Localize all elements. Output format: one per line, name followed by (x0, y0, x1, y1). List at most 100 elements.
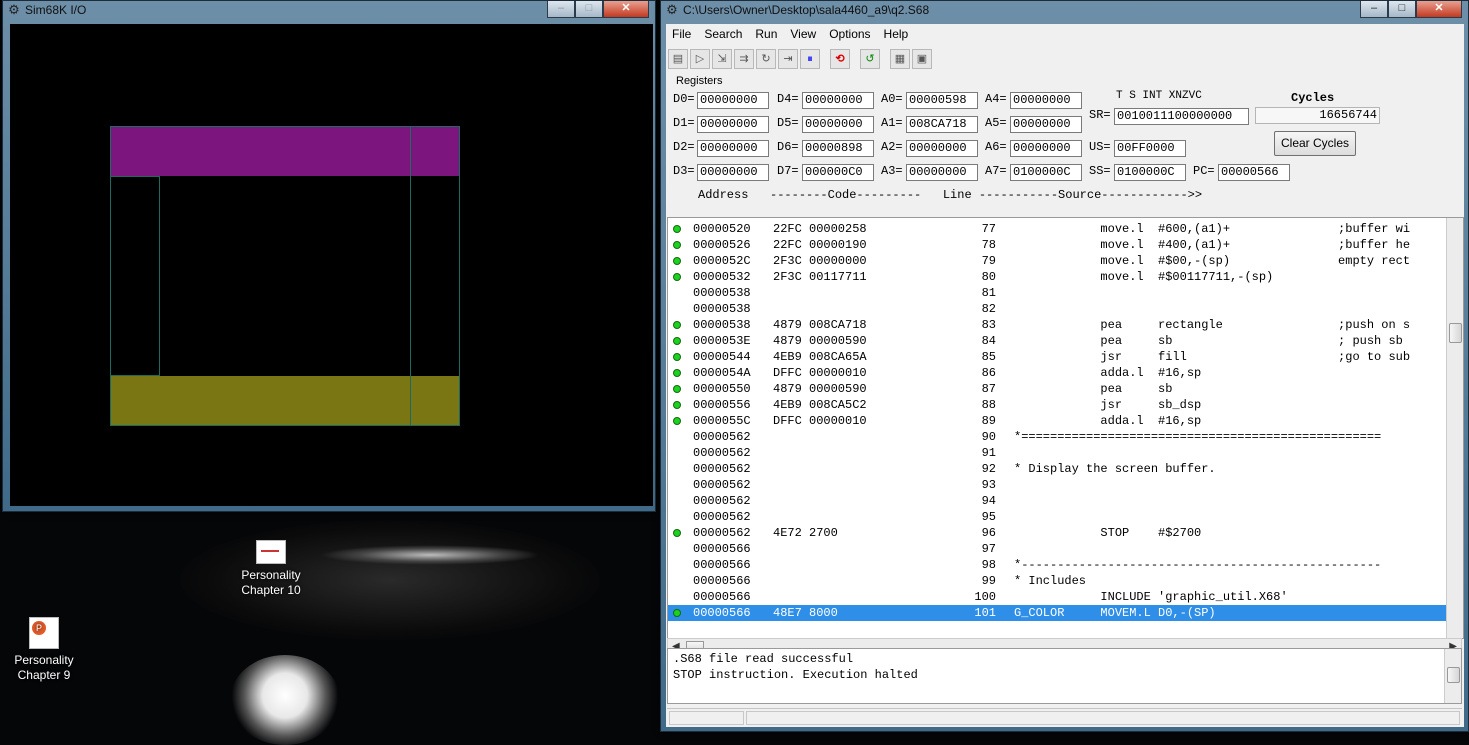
clear-cycles-button[interactable]: Clear Cycles (1274, 131, 1356, 156)
listing-row[interactable]: 00000566 48E7 8000 101 G_COLOR MOVEM.L D0,-… (668, 605, 1446, 621)
listing-row[interactable]: 00000544 4EB9 008CA65A 85 jsr fill ;go to … (668, 349, 1446, 365)
listing-row[interactable]: 0000054A DFFC 00000010 86 adda.l #16,sp (668, 365, 1446, 381)
register-d4-field[interactable]: 00000000 (802, 92, 874, 109)
listing-row[interactable]: 00000562 94 (668, 493, 1446, 509)
reload-icon[interactable]: ↺ (860, 49, 880, 69)
breakpoint-dot-icon[interactable] (673, 353, 681, 361)
breakpoint-dot-icon[interactable] (673, 529, 681, 537)
register-a7-field[interactable]: 0100000C (1010, 164, 1082, 181)
titlebar[interactable]: ⚙ Sim68K I/O – □ ✕ (3, 1, 655, 21)
open-icon[interactable]: ▤ (668, 49, 688, 69)
register-label: A1= (881, 116, 903, 130)
listing-vertical-scrollbar[interactable] (1446, 218, 1463, 638)
breakpoint-dot-icon[interactable] (673, 369, 681, 377)
breakpoint-dot-icon[interactable] (673, 385, 681, 393)
listing-row[interactable]: 00000538 81 (668, 285, 1446, 301)
listing-row[interactable]: 00000562 90 *=============================… (668, 429, 1446, 445)
register-us-field[interactable]: 00FF0000 (1114, 140, 1186, 157)
listing-address: 0000052C (693, 254, 751, 268)
message-vertical-scrollbar[interactable] (1444, 649, 1461, 703)
titlebar[interactable]: ⚙ C:\Users\Owner\Desktop\sala4460_a9\q2.… (661, 1, 1468, 21)
memory-icon[interactable]: ▣ (912, 49, 932, 69)
log-icon[interactable]: ▦ (890, 49, 910, 69)
listing-row[interactable]: 00000562 92 * Display the screen buffer. (668, 461, 1446, 477)
listing-row[interactable]: 00000556 4EB9 008CA5C2 88 jsr sb_dsp (668, 397, 1446, 413)
breakpoint-dot-icon[interactable] (673, 401, 681, 409)
register-d0-field[interactable]: 00000000 (697, 92, 769, 109)
desktop-icon-personality-chapter-10[interactable]: Personality Chapter 10 (231, 540, 311, 598)
breakpoint-dot-icon[interactable] (673, 417, 681, 425)
scrollbar-thumb[interactable] (1449, 323, 1462, 343)
desktop-icon-personality-chapter-9[interactable]: P Personality Chapter 9 (4, 617, 84, 683)
close-button[interactable]: ✕ (1416, 1, 1462, 18)
message-line: STOP instruction. Execution halted (673, 668, 918, 682)
menu-view[interactable]: View (784, 24, 823, 46)
register-d2-field[interactable]: 00000000 (697, 140, 769, 157)
register-a5-field[interactable]: 00000000 (1010, 116, 1082, 133)
listing-row[interactable]: 00000526 22FC 00000190 78 move.l #400,(a1)… (668, 237, 1446, 253)
listing-row[interactable]: 00000566 97 (668, 541, 1446, 557)
register-a0-field[interactable]: 00000598 (906, 92, 978, 109)
scrollbar-thumb[interactable] (1447, 667, 1460, 683)
breakpoint-dot-icon[interactable] (673, 241, 681, 249)
menu-run[interactable]: Run (749, 24, 784, 46)
listing-row[interactable]: 00000550 4879 00000590 87 pea sb (668, 381, 1446, 397)
register-a6-field[interactable]: 00000000 (1010, 140, 1082, 157)
trace-icon[interactable]: ↻ (756, 49, 776, 69)
listing-row[interactable]: 00000562 4E72 2700 96 STOP #$2700 (668, 525, 1446, 541)
register-d1-field[interactable]: 00000000 (697, 116, 769, 133)
breakpoint-dot-icon[interactable] (673, 609, 681, 617)
listing-row[interactable]: 0000055C DFFC 00000010 89 adda.l #16,sp (668, 413, 1446, 429)
close-button[interactable]: ✕ (603, 1, 649, 18)
breakpoint-dot-icon[interactable] (673, 337, 681, 345)
menu-help[interactable]: Help (878, 24, 916, 46)
breakpoint-dot-icon[interactable] (673, 273, 681, 281)
minimize-button[interactable]: – (547, 1, 575, 18)
listing-address: 00000532 (693, 270, 751, 284)
menu-search[interactable]: Search (698, 24, 749, 46)
step-over-icon[interactable]: ⇉ (734, 49, 754, 69)
pause-icon[interactable]: ⏸ (800, 49, 820, 69)
register-label: SR= (1089, 108, 1111, 122)
listing-row[interactable]: 00000562 95 (668, 509, 1446, 525)
menu-file[interactable]: File (666, 24, 698, 46)
listing-row[interactable]: 0000052C 2F3C 00000000 79 move.l #$00,-(sp… (668, 253, 1446, 269)
listing-row[interactable]: 00000562 93 (668, 477, 1446, 493)
listing-row[interactable]: 00000566 99 * Includes (668, 573, 1446, 589)
reset-icon[interactable]: ⟲ (830, 49, 850, 69)
breakpoint-dot-icon[interactable] (673, 225, 681, 233)
run-icon[interactable]: ▷ (690, 49, 710, 69)
register-a3-field[interactable]: 00000000 (906, 164, 978, 181)
register-pc-field[interactable]: 00000566 (1218, 164, 1290, 181)
listing-row[interactable]: 00000538 4879 008CA718 83 pea rectangle ;p… (668, 317, 1446, 333)
register-d6-field[interactable]: 00000898 (802, 140, 874, 157)
listing-row[interactable]: 00000566 100 INCLUDE 'graphic_util.X68' (668, 589, 1446, 605)
source-listing[interactable]: 00000520 22FC 00000258 77 move.l #600,(a1)… (667, 217, 1464, 639)
listing-row[interactable]: 00000562 91 (668, 445, 1446, 461)
listing-row[interactable]: 0000053E 4879 00000590 84 pea sb ; push sb (668, 333, 1446, 349)
register-a2-field[interactable]: 00000000 (906, 140, 978, 157)
listing-row[interactable]: 00000538 82 (668, 301, 1446, 317)
listing-row[interactable]: 00000532 2F3C 00117711 80 move.l #$0011771… (668, 269, 1446, 285)
sim68k-editor-window[interactable]: ⚙ C:\Users\Owner\Desktop\sala4460_a9\q2.… (660, 0, 1469, 732)
listing-address: 00000566 (693, 574, 751, 588)
register-d7-field[interactable]: 000000C0 (802, 164, 874, 181)
register-d3-field[interactable]: 00000000 (697, 164, 769, 181)
menu-options[interactable]: Options (823, 24, 877, 46)
register-a4-field[interactable]: 00000000 (1010, 92, 1082, 109)
run-to-cursor-icon[interactable]: ⇥ (778, 49, 798, 69)
listing-address: 00000562 (693, 478, 751, 492)
step-into-icon[interactable]: ⇲ (712, 49, 732, 69)
breakpoint-dot-icon[interactable] (673, 257, 681, 265)
register-a1-field[interactable]: 008CA718 (906, 116, 978, 133)
maximize-button[interactable]: □ (1388, 1, 1416, 18)
listing-row[interactable]: 00000520 22FC 00000258 77 move.l #600,(a1)… (668, 221, 1446, 237)
register-ss-field[interactable]: 0100000C (1114, 164, 1186, 181)
register-sr-field[interactable]: 0010011100000000 (1114, 108, 1249, 125)
breakpoint-dot-icon[interactable] (673, 321, 681, 329)
minimize-button[interactable]: – (1360, 1, 1388, 18)
register-d5-field[interactable]: 00000000 (802, 116, 874, 133)
maximize-button[interactable]: □ (575, 1, 603, 18)
sim68k-io-window[interactable]: ⚙ Sim68K I/O – □ ✕ (2, 0, 656, 512)
listing-row[interactable]: 00000566 98 *-----------------------------… (668, 557, 1446, 573)
